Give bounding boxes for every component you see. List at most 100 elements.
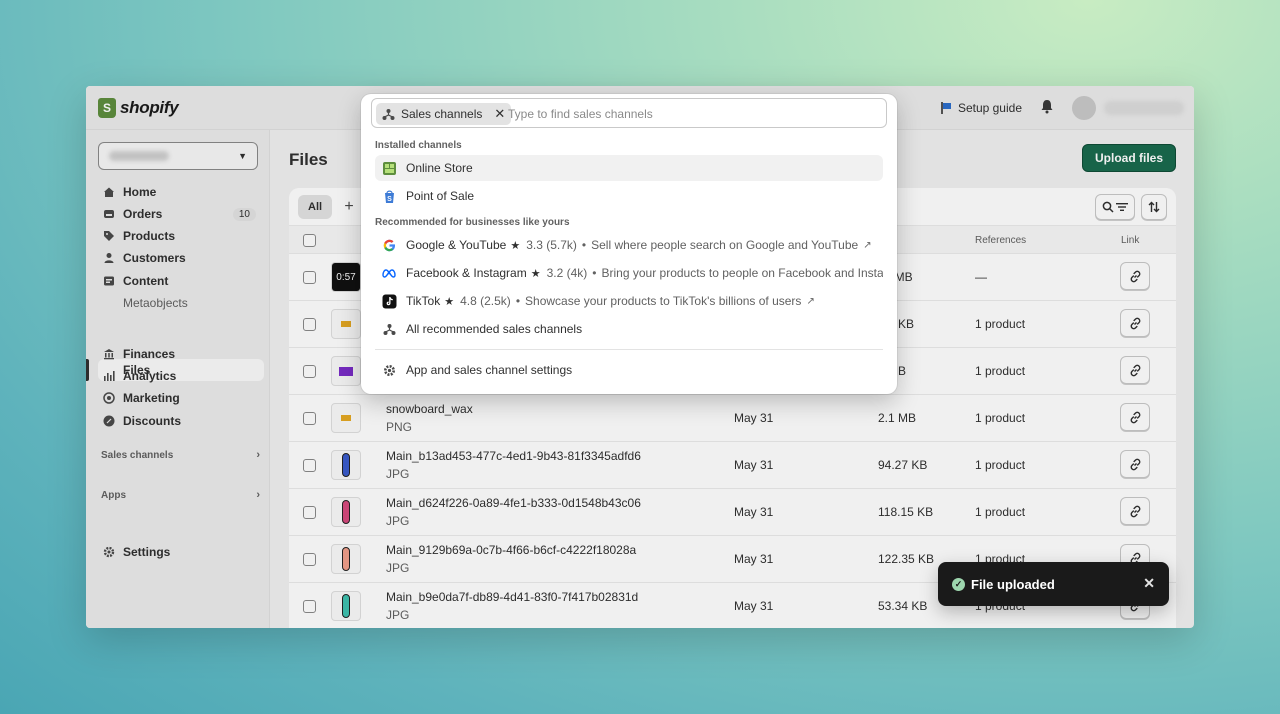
sales-channels-search[interactable]: Sales channels ✕ Type to find sales chan… xyxy=(371,98,887,128)
copy-link-button[interactable] xyxy=(1120,450,1150,478)
store-selector[interactable]: ▼ xyxy=(98,142,258,170)
svg-text:S: S xyxy=(387,196,392,203)
channel-facebook-instagram[interactable]: Facebook & Instagram ★ 3.2 (4k) • Bring … xyxy=(375,260,883,286)
file-thumbnail[interactable] xyxy=(331,356,361,386)
tab-all[interactable]: All xyxy=(298,195,333,219)
snowboard-thumbnail xyxy=(342,453,350,477)
close-icon[interactable]: ✕ xyxy=(1143,575,1155,592)
row-checkbox[interactable] xyxy=(303,506,316,519)
file-name[interactable]: Main_b13ad453-477c-4ed1-9b43-81f3345adfd… xyxy=(386,449,641,463)
sidebar-item-orders[interactable]: Orders 10 xyxy=(98,203,264,225)
bell-icon[interactable] xyxy=(1040,99,1054,117)
close-icon[interactable]: ✕ xyxy=(494,106,505,122)
setup-guide-label: Setup guide xyxy=(957,101,1022,115)
section-label: Apps xyxy=(101,489,126,501)
file-thumbnail[interactable] xyxy=(331,450,361,480)
file-size: 122.35 KB xyxy=(878,552,935,566)
row-checkbox[interactable] xyxy=(303,412,316,425)
sidebar-item-label: Home xyxy=(123,185,157,199)
sidebar-item-customers[interactable]: Customers xyxy=(98,247,264,269)
column-header-references: References xyxy=(975,235,1027,246)
file-thumbnail[interactable] xyxy=(331,309,361,339)
channel-google-youtube[interactable]: Google & YouTube ★ 3.3 (5.7k) • Sell whe… xyxy=(375,232,883,258)
shopify-logo[interactable]: S shopify xyxy=(98,97,179,118)
file-name[interactable]: Main_9129b69a-0c7b-4f66-b6cf-c4222f18028… xyxy=(386,543,636,557)
row-checkbox[interactable] xyxy=(303,553,316,566)
toast-notification: ✓ File uploaded ✕ xyxy=(938,562,1169,606)
file-type: JPG xyxy=(386,467,410,481)
file-thumbnail[interactable] xyxy=(331,497,361,527)
sidebar-item-content[interactable]: Content xyxy=(98,270,264,292)
table-row[interactable]: Main_b13ad453-477c-4ed1-9b43-81f3345adfd… xyxy=(289,442,1176,489)
sidebar-item-home[interactable]: Home xyxy=(98,181,264,203)
channel-label: Online Store xyxy=(406,161,473,175)
copy-link-button[interactable] xyxy=(1120,309,1150,337)
channel-description: Showcase your products to TikTok's billi… xyxy=(525,294,802,308)
setup-guide-button[interactable]: Setup guide xyxy=(940,101,1022,115)
sidebar-item-metaobjects[interactable]: Metaobjects xyxy=(98,292,264,314)
chevron-right-icon: › xyxy=(256,489,260,501)
link-icon xyxy=(1130,505,1140,517)
sidebar-item-label: Content xyxy=(123,274,169,288)
file-type: JPG xyxy=(386,608,410,622)
channel-label: Facebook & Instagram xyxy=(406,266,527,280)
channel-online-store[interactable]: Online Store xyxy=(375,155,883,181)
account-menu[interactable] xyxy=(1072,96,1184,120)
google-icon xyxy=(381,237,397,253)
row-checkbox[interactable] xyxy=(303,318,316,331)
copy-link-button[interactable] xyxy=(1120,497,1150,525)
sidebar-item-label: Marketing xyxy=(123,391,180,405)
sidebar-item-products[interactable]: Products xyxy=(98,225,264,247)
copy-link-button[interactable] xyxy=(1120,403,1150,431)
sidebar-item-settings[interactable]: Settings xyxy=(98,541,264,563)
sidebar-item-marketing[interactable]: Marketing xyxy=(98,387,264,409)
sidebar-section-apps[interactable]: Apps › xyxy=(98,489,260,501)
link-icon xyxy=(1130,364,1140,376)
sidebar-section-sales-channels[interactable]: Sales channels › xyxy=(98,449,260,461)
search-filter-button[interactable] xyxy=(1095,194,1135,220)
search-icon xyxy=(1102,201,1114,213)
shopify-bag-icon: S xyxy=(98,97,116,118)
add-view-icon[interactable]: + xyxy=(337,195,361,219)
sidebar-item-discounts[interactable]: Discounts xyxy=(98,410,264,432)
app-channel-settings-link[interactable]: App and sales channel settings xyxy=(375,357,883,383)
video-duration: 0:57 xyxy=(336,271,356,283)
channel-tiktok[interactable]: TikTok ★ 4.8 (2.5k) • Showcase your prod… xyxy=(375,288,883,314)
sidebar-item-finances[interactable]: Finances xyxy=(98,343,264,365)
all-recommended-channels-link[interactable]: All recommended sales channels xyxy=(375,316,883,342)
sort-button[interactable] xyxy=(1141,194,1167,220)
select-all-checkbox[interactable] xyxy=(303,234,316,247)
row-checkbox[interactable] xyxy=(303,271,316,284)
recommended-heading: Recommended for businesses like yours xyxy=(375,217,570,228)
file-thumbnail[interactable] xyxy=(331,544,361,574)
avatar xyxy=(1072,96,1096,120)
file-references: 1 product xyxy=(975,411,1026,425)
filter-icon xyxy=(1116,203,1128,211)
chevron-right-icon: › xyxy=(256,449,260,461)
row-checkbox[interactable] xyxy=(303,459,316,472)
file-name[interactable]: snowboard_wax xyxy=(386,402,473,416)
file-thumbnail[interactable] xyxy=(331,591,361,621)
sidebar-item-label: Discounts xyxy=(123,414,182,428)
upload-files-button[interactable]: Upload files xyxy=(1081,144,1176,172)
file-name[interactable]: Main_d624f226-0a89-4fe1-b333-0d1548b43c0… xyxy=(386,496,641,510)
channel-point-of-sale[interactable]: S Point of Sale xyxy=(375,183,883,209)
row-checkbox[interactable] xyxy=(303,365,316,378)
link-icon xyxy=(1130,270,1140,282)
copy-link-button[interactable] xyxy=(1120,262,1150,290)
table-row[interactable]: snowboard_wax PNG May 31 2.1 MB 1 product xyxy=(289,395,1176,442)
file-thumbnail[interactable] xyxy=(331,403,361,433)
sort-icon xyxy=(1148,201,1160,213)
file-thumbnail[interactable]: 0:57 xyxy=(331,262,361,292)
file-name[interactable]: Main_b9e0da7f-db89-4d41-83f0-7f417b02831… xyxy=(386,590,638,604)
toast-message: File uploaded xyxy=(971,576,1055,592)
sales-channels-chip[interactable]: Sales channels ✕ xyxy=(376,103,512,125)
target-icon xyxy=(103,392,115,404)
sidebar-item-analytics[interactable]: Analytics xyxy=(98,365,264,387)
flag-icon xyxy=(940,102,952,114)
table-row[interactable]: Main_d624f226-0a89-4fe1-b333-0d1548b43c0… xyxy=(289,489,1176,536)
sidebar-item-label: Customers xyxy=(123,251,186,265)
row-checkbox[interactable] xyxy=(303,600,316,613)
copy-link-button[interactable] xyxy=(1120,356,1150,384)
account-name-redacted xyxy=(1104,101,1184,115)
